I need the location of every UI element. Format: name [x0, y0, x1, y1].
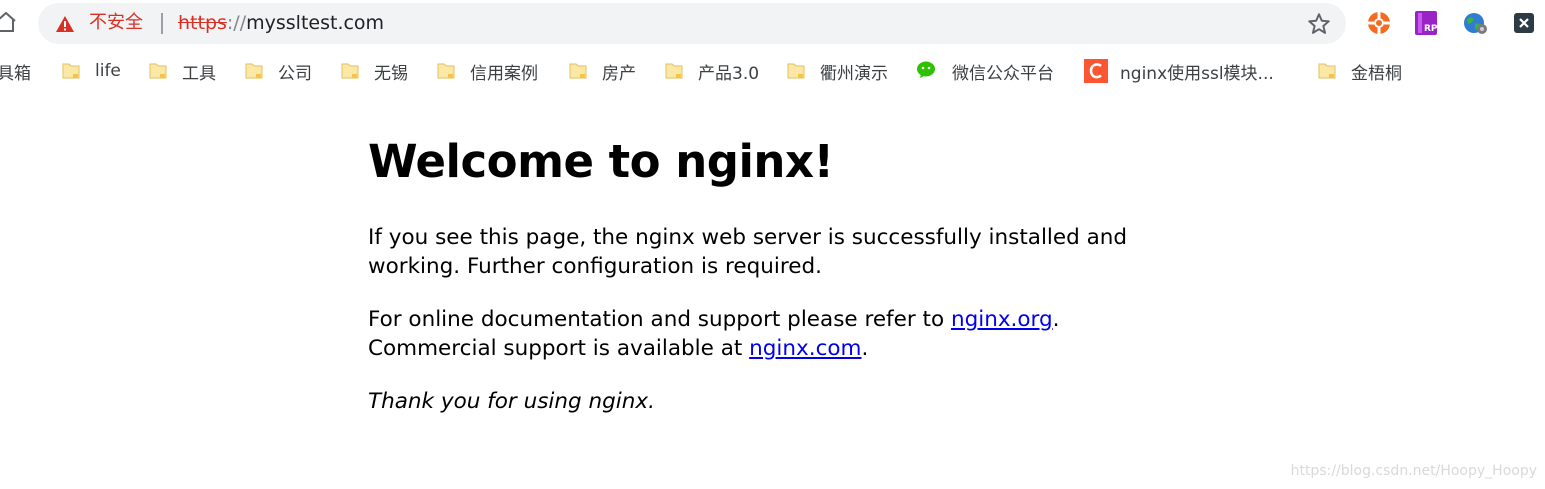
nginx-com-link[interactable]: nginx.com — [749, 336, 861, 361]
nginx-org-link[interactable]: nginx.org — [951, 307, 1053, 332]
bookmarks-bar: 具箱 life 工具 公司 无锡 信用案例 房产 产品3.0 衢州演示 微信公众… — [0, 50, 1545, 92]
security-status-label[interactable]: 不安全 — [89, 12, 143, 34]
bookmark-toolbox[interactable]: 具箱 — [0, 58, 31, 84]
bookmark-label: 房产 — [602, 63, 636, 84]
bookmark-folder-tools[interactable]: 工具 — [148, 58, 216, 84]
dark-x-icon[interactable] — [1511, 10, 1537, 36]
bookmark-label: 产品3.0 — [698, 63, 760, 84]
bookmark-folder-credit-cases[interactable]: 信用案例 — [436, 58, 538, 84]
folder-icon — [1317, 61, 1337, 81]
page-title: Welcome to nginx! — [368, 135, 834, 188]
support-text-period: . — [1052, 307, 1060, 332]
bookmark-label: nginx使用ssl模块... — [1120, 63, 1274, 84]
bookmark-wechat-platform[interactable]: 微信公众平台 — [916, 58, 1054, 84]
support-paragraph: For online documentation and support ple… — [368, 305, 1148, 363]
bookmark-folder-wuxi[interactable]: 无锡 — [340, 58, 408, 84]
folder-icon — [61, 61, 81, 81]
bookmark-label: life — [95, 61, 121, 81]
url-scheme: https — [178, 12, 227, 34]
bookmark-label: 金梧桐 — [1351, 63, 1402, 84]
folder-icon — [340, 61, 360, 81]
page-content: Welcome to nginx! If you see this page, … — [368, 133, 1148, 414]
address-bar[interactable]: 不安全 https://myssltest.com — [38, 3, 1346, 44]
url-text[interactable]: https://myssltest.com — [178, 12, 384, 34]
support-text: For online documentation and support ple… — [368, 307, 951, 332]
bookmark-folder-company[interactable]: 公司 — [244, 58, 312, 84]
axure-rp-icon[interactable]: RP — [1413, 10, 1439, 36]
browser-toolbar: 不安全 https://myssltest.com RP — [0, 0, 1545, 46]
bookmark-label: 无锡 — [374, 63, 408, 84]
commercial-text-period: . — [861, 336, 869, 361]
folder-icon — [148, 61, 168, 81]
folder-icon — [664, 61, 684, 81]
folder-icon — [244, 61, 264, 81]
bookmark-folder-real-estate[interactable]: 房产 — [568, 58, 636, 84]
warning-triangle-icon[interactable] — [55, 15, 75, 33]
globe-icon[interactable] — [1462, 10, 1488, 36]
orange-lifebuoy-icon[interactable] — [1366, 10, 1392, 36]
bookmark-folder-jinwutong[interactable]: 金梧桐 — [1317, 58, 1402, 84]
bookmark-label: 工具 — [182, 63, 216, 84]
folder-icon — [568, 61, 588, 81]
watermark: https://blog.csdn.net/Hoopy_Hoopy — [1290, 463, 1537, 479]
csdn-icon — [1084, 59, 1108, 83]
bookmark-label: 微信公众平台 — [952, 63, 1054, 84]
bookmark-folder-quzhou-demo[interactable]: 衢州演示 — [786, 58, 888, 84]
thank-you-text: Thank you for using nginx. — [368, 389, 655, 414]
commercial-text: Commercial support is available at — [368, 336, 750, 361]
home-icon[interactable] — [0, 10, 18, 34]
bookmark-csdn-nginx-ssl[interactable]: nginx使用ssl模块... — [1084, 58, 1274, 84]
bookmark-label: 公司 — [278, 63, 312, 84]
bookmark-label: 信用案例 — [470, 63, 538, 84]
bookmark-folder-product-3[interactable]: 产品3.0 — [664, 58, 759, 84]
wechat-icon — [916, 59, 940, 83]
intro-paragraph: If you see this page, the nginx web serv… — [368, 225, 1128, 279]
url-host: myssltest.com — [246, 12, 385, 34]
bookmark-label: 衢州演示 — [820, 63, 888, 84]
bookmark-folder-life[interactable]: life — [61, 58, 121, 84]
folder-icon — [436, 61, 456, 81]
bookmark-label: 具箱 — [0, 63, 31, 84]
svg-text:RP: RP — [1424, 24, 1438, 34]
url-separator: :// — [226, 12, 247, 34]
folder-icon — [786, 61, 806, 81]
bookmark-star-icon[interactable] — [1306, 11, 1332, 37]
omnibox-divider — [161, 13, 163, 34]
